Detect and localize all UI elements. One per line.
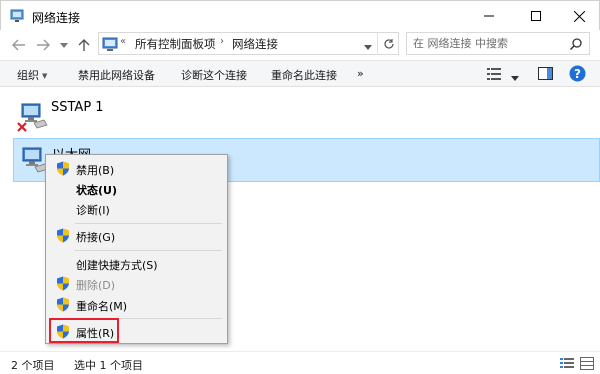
window-title: 网络连接 <box>32 11 81 25</box>
properties-highlight-box <box>49 318 119 343</box>
address-history-button[interactable] <box>364 40 372 53</box>
disable-device-button[interactable]: 禁用此网络设备 <box>78 67 155 83</box>
menu-item-label: 重命名(M) <box>76 300 128 313</box>
menu-separator <box>75 250 222 251</box>
menu-item-label: 状态(U) <box>76 184 117 197</box>
close-icon <box>573 10 585 22</box>
menu-item-label: 桥接(G) <box>76 231 116 244</box>
large-icons-view-icon[interactable] <box>580 357 594 370</box>
rename-button[interactable]: 重命名此连接 <box>271 67 337 83</box>
menu-item-status[interactable]: 状态(U) <box>48 178 225 199</box>
menu-item-label: 创建快捷方式(S) <box>76 259 158 272</box>
organize-label: 组织 <box>17 69 39 82</box>
status-bar: 2 个项目 选中 1 个项目 <box>0 351 600 374</box>
uac-shield-icon <box>57 297 69 312</box>
network-adapter-icon <box>17 103 48 132</box>
menu-separator <box>75 223 222 224</box>
breadcrumb-chevron-icon[interactable]: › <box>220 36 224 47</box>
breadcrumb-overflow[interactable]: « <box>120 36 126 47</box>
menu-item-diagnose[interactable]: 诊断(I) <box>48 198 225 219</box>
menu-item-delete[interactable]: 删除(D) <box>48 273 225 294</box>
menu-item-disable[interactable]: 禁用(B) <box>48 158 225 179</box>
details-view-icon[interactable] <box>560 357 574 370</box>
menu-item-label: 诊断(I) <box>76 204 110 217</box>
title-bar: 网络连接 <box>0 0 600 30</box>
address-bar[interactable]: « 所有控制面板项 › 网络连接 <box>98 32 399 55</box>
menu-item-rename[interactable]: 重命名(M) <box>48 294 225 315</box>
menu-item-label: 删除(D) <box>76 279 116 292</box>
help-icon: ? <box>569 65 586 82</box>
breadcrumb-control-panel[interactable]: 所有控制面板项 <box>135 36 216 52</box>
maximize-icon <box>531 11 541 21</box>
more-commands-button[interactable]: » <box>357 67 364 80</box>
change-view-button[interactable] <box>487 68 501 83</box>
recent-locations-button[interactable] <box>56 37 72 53</box>
maximize-button[interactable] <box>514 1 558 31</box>
uac-shield-icon <box>57 161 69 176</box>
help-button[interactable]: ? <box>569 65 586 85</box>
context-menu: 禁用(B) 状态(U) 诊断(I) 桥接(G) 创建快捷方式(S) 删除(D) … <box>45 154 228 344</box>
menu-item-create-shortcut[interactable]: 创建快捷方式(S) <box>48 253 225 274</box>
search-input[interactable] <box>413 36 563 51</box>
arrow-up-icon <box>78 39 90 51</box>
arrow-left-icon <box>12 39 25 51</box>
chevron-down-icon <box>60 42 68 48</box>
diagnose-button[interactable]: 诊断这个连接 <box>181 67 247 83</box>
list-item[interactable]: SSTAP 1 <box>13 95 600 139</box>
menu-item-label: 禁用(B) <box>76 164 115 177</box>
search-box[interactable] <box>406 32 590 55</box>
uac-shield-icon <box>57 228 69 243</box>
caret-down-icon: ▼ <box>42 72 48 80</box>
view-options-dropdown[interactable] <box>511 71 519 84</box>
svg-text:?: ? <box>574 67 581 81</box>
close-button[interactable] <box>557 1 600 31</box>
command-bar: 组织 ▼ 禁用此网络设备 诊断这个连接 重命名此连接 » ? <box>0 60 600 87</box>
chevron-down-icon <box>364 45 372 50</box>
up-button[interactable] <box>76 37 92 53</box>
chevron-down-icon <box>511 76 519 81</box>
uac-shield-icon <box>57 276 69 291</box>
details-view-icon <box>487 68 501 80</box>
arrow-right-icon <box>37 39 50 51</box>
preview-pane-button[interactable] <box>538 67 553 83</box>
connection-name: SSTAP 1 <box>51 100 104 115</box>
network-connections-icon <box>10 9 24 22</box>
item-count: 2 个项目 <box>11 359 55 372</box>
control-panel-icon <box>102 37 118 51</box>
minimize-icon <box>484 15 494 17</box>
selected-count: 选中 1 个项目 <box>74 359 143 372</box>
preview-pane-icon <box>538 67 553 80</box>
organize-menu[interactable]: 组织 ▼ <box>17 67 47 83</box>
menu-item-bridge[interactable]: 桥接(G) <box>48 225 225 246</box>
breadcrumb-network-connections[interactable]: 网络连接 <box>232 36 278 52</box>
refresh-button[interactable] <box>377 32 399 55</box>
search-icon <box>569 38 582 51</box>
minimize-button[interactable] <box>467 1 511 31</box>
back-button[interactable] <box>11 37 27 53</box>
refresh-icon <box>383 38 394 49</box>
forward-button[interactable] <box>35 37 51 53</box>
